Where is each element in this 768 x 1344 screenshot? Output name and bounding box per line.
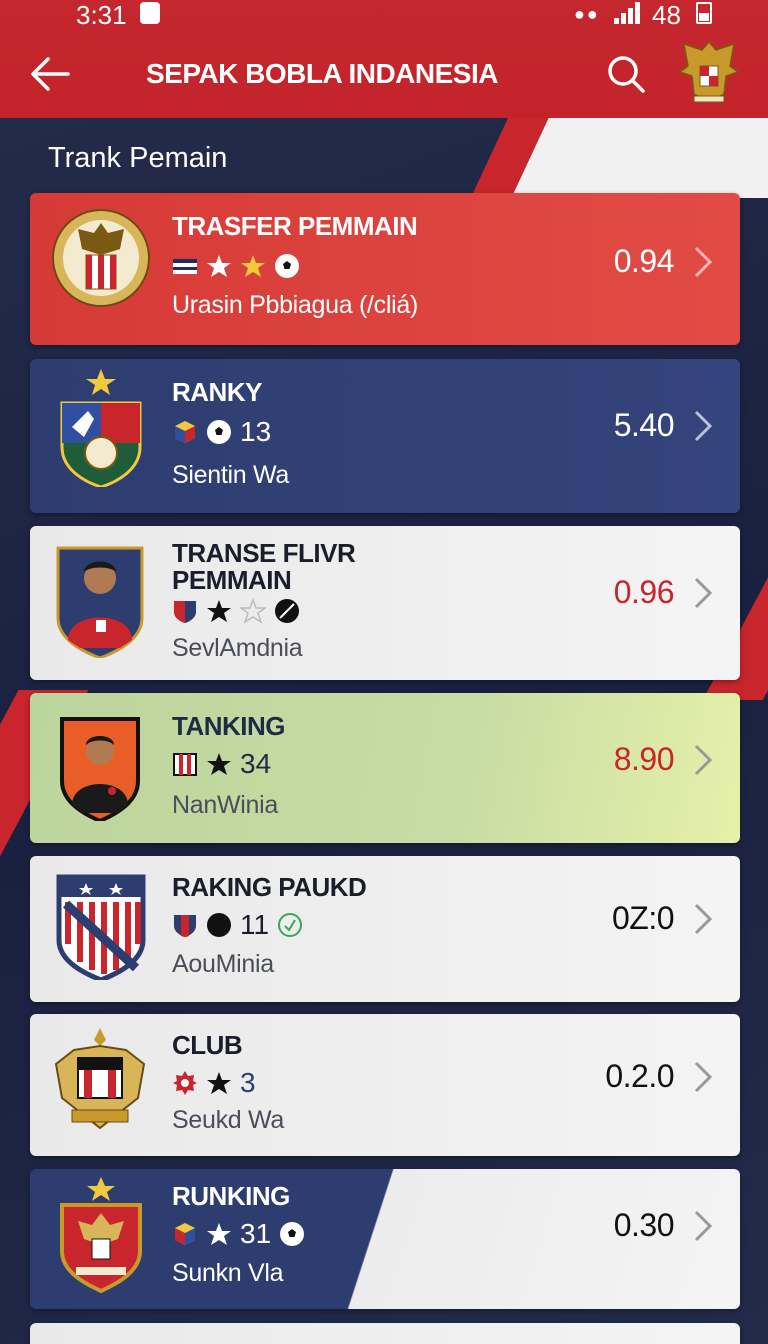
gear-badge-icon: [173, 1071, 197, 1095]
card-subtitle: SevlAmdnia: [172, 634, 303, 662]
garuda-crest-icon: [60, 1177, 142, 1293]
card-subtitle: NanWinia: [172, 791, 278, 819]
list-item[interactable]: TRANSE FLIVR PEMMAIN SevlAmdnia 0.96: [30, 526, 740, 680]
star-icon: [207, 255, 231, 277]
status-icons: ●●: [574, 4, 600, 24]
chevron-right-icon: [694, 744, 713, 776]
list-item[interactable]: RANKY 13 Sientin Wa 5.40: [30, 359, 740, 513]
card-subtitle: Sientin Wa: [172, 461, 289, 489]
star-icon: [207, 753, 231, 775]
soccer-ball-icon: [275, 254, 299, 278]
list-item[interactable]: TRASFER PEMMAIN Urasin Pbbiagua (/cliá) …: [30, 193, 740, 345]
card-score: 8.90: [613, 741, 675, 777]
card-subtitle: AouMinia: [172, 950, 274, 978]
list-item[interactable]: RUNKING 31 Sunkn Vla 0.30: [30, 1169, 740, 1309]
club-crest-icon: [56, 874, 146, 980]
cube-icon: [175, 1223, 195, 1245]
back-arrow-icon[interactable]: [30, 56, 70, 92]
battery-icon: [696, 2, 712, 24]
card-meta-number: 3: [240, 1067, 256, 1098]
list-item[interactable]: RAKING PAUKD 11 AouMinia 0Z:0: [30, 856, 740, 1002]
list-item[interactable]: TANKING 34 NanWinia 8.90: [30, 693, 740, 843]
card-score: 0Z:0: [611, 900, 675, 936]
card-subtitle: Urasin Pbbiagua (/cliá): [172, 291, 418, 319]
signal-icon: [614, 2, 644, 24]
chevron-right-icon: [694, 1061, 713, 1093]
notification-icon: [140, 2, 160, 24]
app-title: SEPAK BOBLA INDANESIA: [146, 58, 498, 89]
card-meta: [172, 596, 308, 626]
card-title: RANKY: [172, 377, 262, 407]
card-meta: [172, 251, 308, 281]
chevron-right-icon: [694, 246, 713, 278]
club-crest-icon: [60, 369, 142, 487]
card-title: TRASFER PEMMAIN: [172, 211, 418, 241]
shield-icon: [174, 915, 196, 937]
status-bar: 3:31 ●● 48: [0, 0, 768, 30]
card-meta-number: 11: [240, 909, 270, 940]
club-badge-icon: [173, 753, 197, 776]
card-title: CLUB: [172, 1030, 243, 1060]
card-score: 0.94: [613, 243, 675, 279]
card-meta-number: 34: [240, 748, 272, 779]
star-icon: [207, 1223, 231, 1245]
app-bar: SEPAK BOBLA INDANESIA: [0, 34, 768, 114]
card-meta: 3: [172, 1067, 256, 1098]
card-score: 5.40: [613, 407, 675, 443]
card-meta-number: 13: [240, 416, 272, 447]
garuda-crest-icon: [54, 1028, 146, 1130]
cube-icon: [175, 421, 195, 443]
player-avatar-icon: [60, 717, 140, 821]
card-score: 0.96: [613, 574, 675, 610]
soccer-ball-icon: [207, 420, 231, 444]
search-icon[interactable]: [606, 54, 646, 94]
shield-icon: [174, 601, 196, 623]
chevron-right-icon: [694, 577, 713, 609]
ball-icon: [275, 599, 299, 623]
star-icon: [207, 600, 231, 622]
battery-level: 48: [652, 0, 681, 30]
card-score: 0.2.0: [605, 1058, 674, 1094]
card-title: TRANSE FLIVR PEMMAIN: [172, 538, 356, 595]
dot-icon: [207, 913, 231, 937]
card-subtitle: Sunkn Vla: [172, 1259, 284, 1287]
chevron-right-icon: [694, 1210, 713, 1242]
player-avatar-icon: [56, 546, 144, 658]
star-icon: [241, 255, 265, 277]
card-title: RUNKING: [172, 1181, 290, 1211]
header: 3:31 ●● 48 SEPAK BOBLA INDANESIA: [0, 0, 768, 118]
card-score: 0.30: [613, 1207, 675, 1243]
garuda-crest-icon: [52, 209, 150, 307]
card-meta: 11: [172, 909, 303, 940]
star-outline-icon: [240, 598, 266, 624]
star-icon: [207, 1072, 231, 1094]
chevron-right-icon: [694, 410, 713, 442]
card-title: RAKING PAUKD: [172, 872, 367, 902]
list-item[interactable]: CLUB 3 Seukd Wa 0.2.0: [30, 1014, 740, 1156]
section-title: Trank Pemain: [48, 142, 228, 174]
card-meta: 13: [172, 416, 272, 447]
green-ring-icon: [278, 913, 303, 937]
status-time: 3:31: [76, 0, 127, 30]
garuda-crest-icon[interactable]: [672, 36, 746, 110]
card-meta: 34: [172, 748, 272, 779]
flag-icon: [173, 259, 197, 274]
card-meta-number: 31: [240, 1218, 272, 1249]
list-item[interactable]: [30, 1323, 740, 1344]
card-subtitle: Seukd Wa: [172, 1106, 285, 1134]
chevron-right-icon: [694, 903, 713, 935]
card-title: TANKING: [172, 711, 286, 741]
card-meta: 31: [172, 1218, 305, 1249]
soccer-ball-icon: [280, 1222, 305, 1246]
